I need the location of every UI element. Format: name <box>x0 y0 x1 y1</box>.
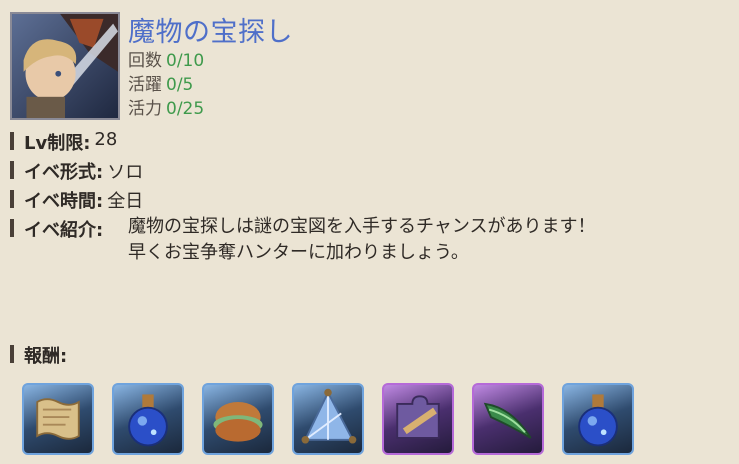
info-level: Lv制限: 28 <box>10 129 117 155</box>
meat-bun-icon <box>213 402 263 442</box>
reward-slot-green-blade[interactable] <box>472 383 544 455</box>
stat-count-label: 回数 <box>128 51 162 71</box>
rewards-heading-row: 報酬: <box>10 342 67 368</box>
puzzle-piece-weapon-icon <box>396 395 440 439</box>
time-value: 全日 <box>107 191 144 212</box>
event-title: 魔物の宝探し <box>128 17 293 48</box>
green-blade-icon <box>483 402 532 439</box>
level-value: 28 <box>94 129 118 150</box>
character-portrait-icon <box>12 14 118 118</box>
intro-line-2: 早くお宝争奪ハンターに加わりましょう。 <box>128 242 469 263</box>
stat-count-value: 0/10 <box>166 51 205 71</box>
reward-slot-blue-potion-2[interactable] <box>562 383 634 455</box>
bullet-bar <box>10 345 14 363</box>
stat-activity-value: 0/5 <box>166 75 194 95</box>
format-key: イベ形式: <box>24 162 104 183</box>
stat-energy: 活力 0/25 <box>128 94 204 119</box>
bullet-bar <box>10 132 14 150</box>
intro-description: 魔物の宝探しは謎の宝図を入手するチャンスがあります！ 早くお宝争奪ハンターに加わ… <box>128 214 595 266</box>
info-time: イベ時間: 全日 <box>10 187 143 213</box>
stat-count: 回数 0/10 <box>128 46 204 71</box>
event-portrait <box>10 12 120 120</box>
level-key: Lv制限: <box>24 133 91 154</box>
blue-potion-icon <box>578 394 618 447</box>
intro-key: イベ紹介: <box>24 220 104 241</box>
blue-potion-icon <box>128 394 168 447</box>
stat-energy-value: 0/25 <box>166 99 205 119</box>
reward-slot-crystal-shard[interactable] <box>292 383 364 455</box>
bullet-bar <box>10 219 14 237</box>
format-value: ソロ <box>107 162 144 183</box>
rewards-heading: 報酬: <box>24 346 68 367</box>
reward-slot-meat-bun[interactable] <box>202 383 274 455</box>
bullet-bar <box>10 190 14 208</box>
reward-slot-blue-potion-1[interactable] <box>112 383 184 455</box>
info-intro: イベ紹介: <box>10 216 103 242</box>
reward-list <box>22 383 652 455</box>
treasure-map-icon <box>36 398 80 440</box>
reward-slot-puzzle-weapon[interactable] <box>382 383 454 455</box>
info-format: イベ形式: ソロ <box>10 158 143 184</box>
stat-activity: 活躍 0/5 <box>128 70 193 95</box>
intro-line-1: 魔物の宝探しは謎の宝図を入手するチャンスがあります！ <box>128 216 596 237</box>
reward-slot-treasure-map[interactable] <box>22 383 94 455</box>
crystal-shard-icon <box>301 388 357 444</box>
stat-activity-label: 活躍 <box>128 75 162 95</box>
time-key: イベ時間: <box>24 191 104 212</box>
stat-energy-label: 活力 <box>128 99 162 119</box>
bullet-bar <box>10 161 14 179</box>
